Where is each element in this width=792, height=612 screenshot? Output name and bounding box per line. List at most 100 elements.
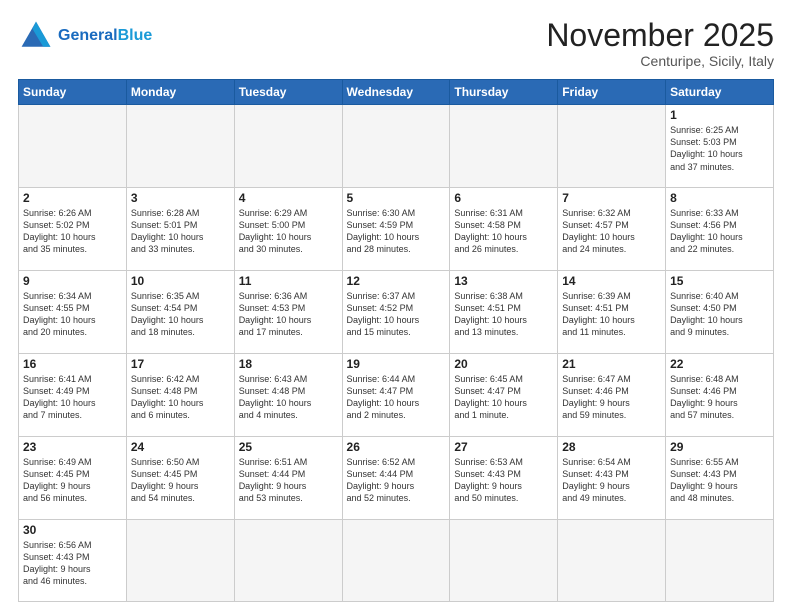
day-number: 7 xyxy=(562,191,661,205)
day-info: Sunrise: 6:54 AM Sunset: 4:43 PM Dayligh… xyxy=(562,456,661,505)
calendar-week-row: 30 Sunrise: 6:56 AM Sunset: 4:43 PM Dayli… xyxy=(19,519,774,601)
calendar-day-cell: 29Sunrise: 6:55 AM Sunset: 4:43 PM Dayli… xyxy=(666,436,774,519)
page: GeneralBlue November 2025 Centuripe, Sic… xyxy=(0,0,792,612)
calendar-day-cell: 10Sunrise: 6:35 AM Sunset: 4:54 PM Dayli… xyxy=(126,270,234,353)
day-number: 20 xyxy=(454,357,553,371)
calendar-day-cell: 3 Sunrise: 6:28 AM Sunset: 5:01 PM Daylig… xyxy=(126,188,234,271)
calendar-week-row: 2 Sunrise: 6:26 AM Sunset: 5:02 PM Daylig… xyxy=(19,188,774,271)
calendar-day-cell: 30 Sunrise: 6:56 AM Sunset: 4:43 PM Dayli… xyxy=(19,519,127,601)
calendar-day-cell xyxy=(234,519,342,601)
day-number: 24 xyxy=(131,440,230,454)
day-info: Sunrise: 6:45 AM Sunset: 4:47 PM Dayligh… xyxy=(454,373,553,422)
day-number: 16 xyxy=(23,357,122,371)
calendar-day-cell: 17 Sunrise: 6:42 AM Sunset: 4:48 PM Dayli… xyxy=(126,353,234,436)
calendar-day-cell: 7Sunrise: 6:32 AM Sunset: 4:57 PM Daylig… xyxy=(558,188,666,271)
day-number: 12 xyxy=(347,274,446,288)
day-info: Sunrise: 6:29 AM Sunset: 5:00 PM Dayligh… xyxy=(239,207,338,256)
day-info: Sunrise: 6:37 AM Sunset: 4:52 PM Dayligh… xyxy=(347,290,446,339)
day-info: Sunrise: 6:28 AM Sunset: 5:01 PM Dayligh… xyxy=(131,207,230,256)
day-number: 2 xyxy=(23,191,122,205)
day-info: Sunrise: 6:42 AM Sunset: 4:48 PM Dayligh… xyxy=(131,373,230,422)
title-block: November 2025 Centuripe, Sicily, Italy xyxy=(546,18,774,69)
calendar-day-cell: 6Sunrise: 6:31 AM Sunset: 4:58 PM Daylig… xyxy=(450,188,558,271)
day-info: Sunrise: 6:39 AM Sunset: 4:51 PM Dayligh… xyxy=(562,290,661,339)
calendar-day-cell xyxy=(126,105,234,188)
day-info: Sunrise: 6:43 AM Sunset: 4:48 PM Dayligh… xyxy=(239,373,338,422)
day-number: 9 xyxy=(23,274,122,288)
day-info: Sunrise: 6:26 AM Sunset: 5:02 PM Dayligh… xyxy=(23,207,122,256)
calendar-day-cell: 4 Sunrise: 6:29 AM Sunset: 5:00 PM Daylig… xyxy=(234,188,342,271)
day-info: Sunrise: 6:50 AM Sunset: 4:45 PM Dayligh… xyxy=(131,456,230,505)
calendar-day-cell: 14 Sunrise: 6:39 AM Sunset: 4:51 PM Dayli… xyxy=(558,270,666,353)
day-number: 27 xyxy=(454,440,553,454)
calendar-day-cell: 5 Sunrise: 6:30 AM Sunset: 4:59 PM Daylig… xyxy=(342,188,450,271)
calendar-day-cell xyxy=(126,519,234,601)
calendar-day-cell: 13Sunrise: 6:38 AM Sunset: 4:51 PM Dayli… xyxy=(450,270,558,353)
day-info: Sunrise: 6:51 AM Sunset: 4:44 PM Dayligh… xyxy=(239,456,338,505)
calendar-day-cell xyxy=(342,519,450,601)
calendar-day-cell xyxy=(450,519,558,601)
calendar-day-cell: 25 Sunrise: 6:51 AM Sunset: 4:44 PM Dayli… xyxy=(234,436,342,519)
day-number: 14 xyxy=(562,274,661,288)
day-number: 8 xyxy=(670,191,769,205)
calendar-week-row: 16Sunrise: 6:41 AM Sunset: 4:49 PM Dayli… xyxy=(19,353,774,436)
calendar-day-cell xyxy=(19,105,127,188)
calendar-day-cell: 18Sunrise: 6:43 AM Sunset: 4:48 PM Dayli… xyxy=(234,353,342,436)
calendar-day-header: Friday xyxy=(558,80,666,105)
calendar-day-cell: 1 Sunrise: 6:25 AM Sunset: 5:03 PM Daylig… xyxy=(666,105,774,188)
calendar-day-header: Thursday xyxy=(450,80,558,105)
day-info: Sunrise: 6:49 AM Sunset: 4:45 PM Dayligh… xyxy=(23,456,122,505)
day-number: 1 xyxy=(670,108,769,122)
calendar-day-header: Saturday xyxy=(666,80,774,105)
logo-blue: Blue xyxy=(118,27,153,44)
calendar-day-cell: 28 Sunrise: 6:54 AM Sunset: 4:43 PM Dayli… xyxy=(558,436,666,519)
day-number: 21 xyxy=(562,357,661,371)
calendar-day-cell: 12 Sunrise: 6:37 AM Sunset: 4:52 PM Dayli… xyxy=(342,270,450,353)
calendar-week-row: 23Sunrise: 6:49 AM Sunset: 4:45 PM Dayli… xyxy=(19,436,774,519)
day-number: 28 xyxy=(562,440,661,454)
day-info: Sunrise: 6:30 AM Sunset: 4:59 PM Dayligh… xyxy=(347,207,446,256)
day-number: 10 xyxy=(131,274,230,288)
day-number: 15 xyxy=(670,274,769,288)
calendar: SundayMondayTuesdayWednesdayThursdayFrid… xyxy=(18,79,774,602)
day-info: Sunrise: 6:40 AM Sunset: 4:50 PM Dayligh… xyxy=(670,290,769,339)
calendar-day-cell: 16Sunrise: 6:41 AM Sunset: 4:49 PM Dayli… xyxy=(19,353,127,436)
day-info: Sunrise: 6:56 AM Sunset: 4:43 PM Dayligh… xyxy=(23,539,122,588)
calendar-day-cell xyxy=(558,519,666,601)
calendar-day-cell: 20 Sunrise: 6:45 AM Sunset: 4:47 PM Dayli… xyxy=(450,353,558,436)
day-info: Sunrise: 6:47 AM Sunset: 4:46 PM Dayligh… xyxy=(562,373,661,422)
calendar-day-cell xyxy=(234,105,342,188)
day-number: 17 xyxy=(131,357,230,371)
day-info: Sunrise: 6:53 AM Sunset: 4:43 PM Dayligh… xyxy=(454,456,553,505)
day-number: 6 xyxy=(454,191,553,205)
day-number: 11 xyxy=(239,274,338,288)
calendar-day-cell: 21 Sunrise: 6:47 AM Sunset: 4:46 PM Dayli… xyxy=(558,353,666,436)
calendar-day-cell: 8 Sunrise: 6:33 AM Sunset: 4:56 PM Daylig… xyxy=(666,188,774,271)
calendar-day-cell xyxy=(450,105,558,188)
calendar-day-cell: 2 Sunrise: 6:26 AM Sunset: 5:02 PM Daylig… xyxy=(19,188,127,271)
day-number: 5 xyxy=(347,191,446,205)
day-info: Sunrise: 6:34 AM Sunset: 4:55 PM Dayligh… xyxy=(23,290,122,339)
day-info: Sunrise: 6:55 AM Sunset: 4:43 PM Dayligh… xyxy=(670,456,769,505)
calendar-header-row: SundayMondayTuesdayWednesdayThursdayFrid… xyxy=(19,80,774,105)
calendar-day-cell xyxy=(342,105,450,188)
day-info: Sunrise: 6:25 AM Sunset: 5:03 PM Dayligh… xyxy=(670,124,769,173)
day-number: 19 xyxy=(347,357,446,371)
day-info: Sunrise: 6:52 AM Sunset: 4:44 PM Dayligh… xyxy=(347,456,446,505)
calendar-day-cell: 26Sunrise: 6:52 AM Sunset: 4:44 PM Dayli… xyxy=(342,436,450,519)
day-number: 4 xyxy=(239,191,338,205)
month-title: November 2025 xyxy=(546,18,774,53)
header: GeneralBlue November 2025 Centuripe, Sic… xyxy=(18,18,774,69)
day-number: 30 xyxy=(23,523,122,537)
day-number: 25 xyxy=(239,440,338,454)
day-info: Sunrise: 6:38 AM Sunset: 4:51 PM Dayligh… xyxy=(454,290,553,339)
calendar-day-cell: 22Sunrise: 6:48 AM Sunset: 4:46 PM Dayli… xyxy=(666,353,774,436)
day-info: Sunrise: 6:33 AM Sunset: 4:56 PM Dayligh… xyxy=(670,207,769,256)
calendar-day-cell xyxy=(666,519,774,601)
calendar-day-cell: 19Sunrise: 6:44 AM Sunset: 4:47 PM Dayli… xyxy=(342,353,450,436)
calendar-day-cell: 9 Sunrise: 6:34 AM Sunset: 4:55 PM Daylig… xyxy=(19,270,127,353)
day-info: Sunrise: 6:36 AM Sunset: 4:53 PM Dayligh… xyxy=(239,290,338,339)
calendar-day-cell: 23Sunrise: 6:49 AM Sunset: 4:45 PM Dayli… xyxy=(19,436,127,519)
calendar-day-cell: 24 Sunrise: 6:50 AM Sunset: 4:45 PM Dayli… xyxy=(126,436,234,519)
day-number: 3 xyxy=(131,191,230,205)
